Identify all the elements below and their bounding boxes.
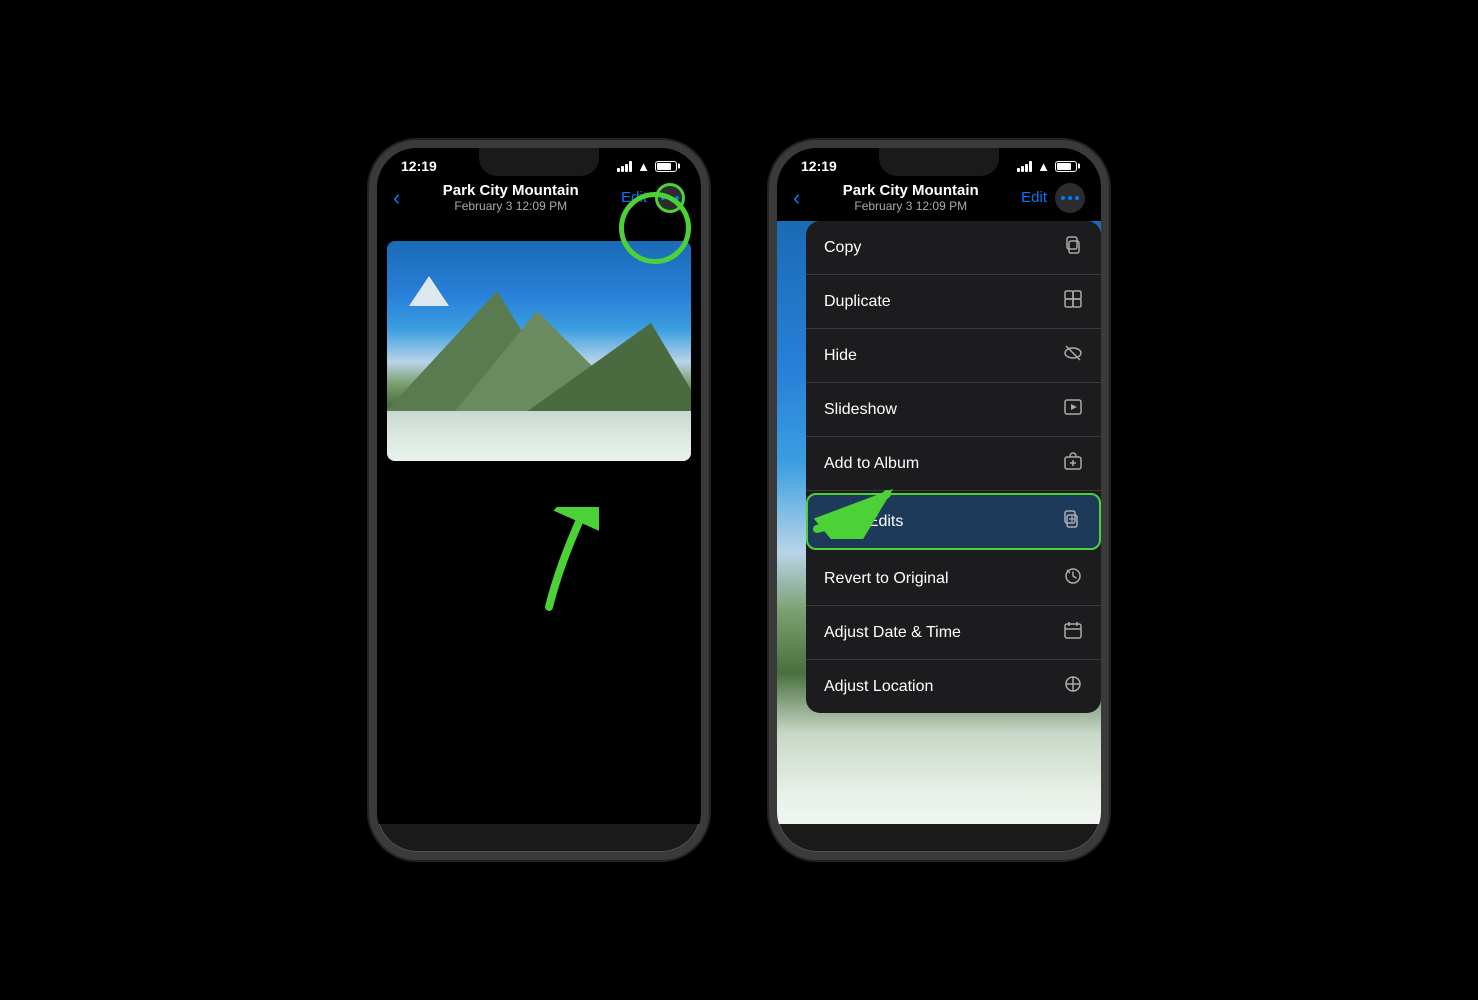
arrow-indicator <box>519 507 599 632</box>
status-icons-1: ▲ <box>617 159 677 174</box>
status-time-1: 12:19 <box>401 158 437 174</box>
nav-title-sub-1: February 3 12:09 PM <box>408 199 613 213</box>
nav-title-1: Park City Mountain February 3 12:09 PM <box>408 182 613 213</box>
menu-item-adjust-date-label: Adjust Date & Time <box>824 624 961 642</box>
menu-item-copy-edits[interactable]: Copy Edits <box>806 493 1101 550</box>
menu-item-hide[interactable]: Hide <box>806 329 1101 383</box>
duplicate-icon <box>1063 289 1083 314</box>
hide-icon <box>1063 343 1083 368</box>
add-album-icon <box>1063 451 1083 476</box>
phone-1: 12:19 ▲ ‹ Park City Mountain February 3 … <box>369 140 709 860</box>
menu-item-duplicate[interactable]: Duplicate <box>806 275 1101 329</box>
menu-item-adjust-date[interactable]: Adjust Date & Time <box>806 606 1101 660</box>
nav-title-main-1: Park City Mountain <box>408 182 613 199</box>
photo-1 <box>387 241 691 461</box>
phone-2: 12:19 ▲ ‹ Park City Mountain February 3 … <box>769 140 1109 860</box>
signal-icon <box>617 161 632 172</box>
back-button-1[interactable]: ‹ <box>393 185 400 211</box>
nav-title-main-2: Park City Mountain <box>808 182 1013 199</box>
revert-icon <box>1063 566 1083 591</box>
menu-item-adjust-location[interactable]: Adjust Location <box>806 660 1101 713</box>
status-bar-2: 12:19 ▲ <box>777 148 1101 178</box>
back-button-2[interactable]: ‹ <box>793 185 800 211</box>
adjust-date-icon <box>1063 620 1083 645</box>
menu-item-copy-label: Copy <box>824 239 861 257</box>
copy-icon <box>1063 235 1083 260</box>
wifi-icon: ▲ <box>637 159 650 174</box>
menu-item-copy[interactable]: Copy <box>806 221 1101 275</box>
battery-icon <box>655 161 677 172</box>
more-dots-2 <box>1061 196 1079 200</box>
adjust-location-icon <box>1063 674 1083 699</box>
menu-item-adjust-location-label: Adjust Location <box>824 678 933 696</box>
nav-bar-2: ‹ Park City Mountain February 3 12:09 PM… <box>777 178 1101 221</box>
menu-item-add-album-label: Add to Album <box>824 455 919 473</box>
menu-item-add-album[interactable]: Add to Album <box>806 437 1101 491</box>
status-time-2: 12:19 <box>801 158 837 174</box>
dropdown-menu: Copy Duplicate Hide <box>806 221 1101 713</box>
edit-button-2[interactable]: Edit <box>1021 189 1047 206</box>
menu-item-revert-label: Revert to Original <box>824 570 949 588</box>
slideshow-icon <box>1063 397 1083 422</box>
nav-title-2: Park City Mountain February 3 12:09 PM <box>808 182 1013 213</box>
wifi-icon-2: ▲ <box>1037 159 1050 174</box>
more-button-2[interactable] <box>1055 183 1085 213</box>
battery-icon-2 <box>1055 161 1077 172</box>
menu-item-duplicate-label: Duplicate <box>824 293 891 311</box>
menu-item-hide-label: Hide <box>824 347 857 365</box>
menu-item-copy-edits-label: Copy Edits <box>826 513 903 531</box>
green-circle-highlight <box>619 192 691 264</box>
photo-area-1 <box>377 221 701 824</box>
status-icons-2: ▲ <box>1017 159 1077 174</box>
status-bar-1: 12:19 ▲ <box>377 148 701 178</box>
menu-item-revert[interactable]: Revert to Original <box>806 552 1101 606</box>
copy-edits-icon <box>1061 509 1081 534</box>
nav-actions-2: Edit <box>1021 183 1085 213</box>
menu-item-slideshow[interactable]: Slideshow <box>806 383 1101 437</box>
signal-icon-2 <box>1017 161 1032 172</box>
menu-item-slideshow-label: Slideshow <box>824 401 897 419</box>
nav-title-sub-2: February 3 12:09 PM <box>808 199 1013 213</box>
